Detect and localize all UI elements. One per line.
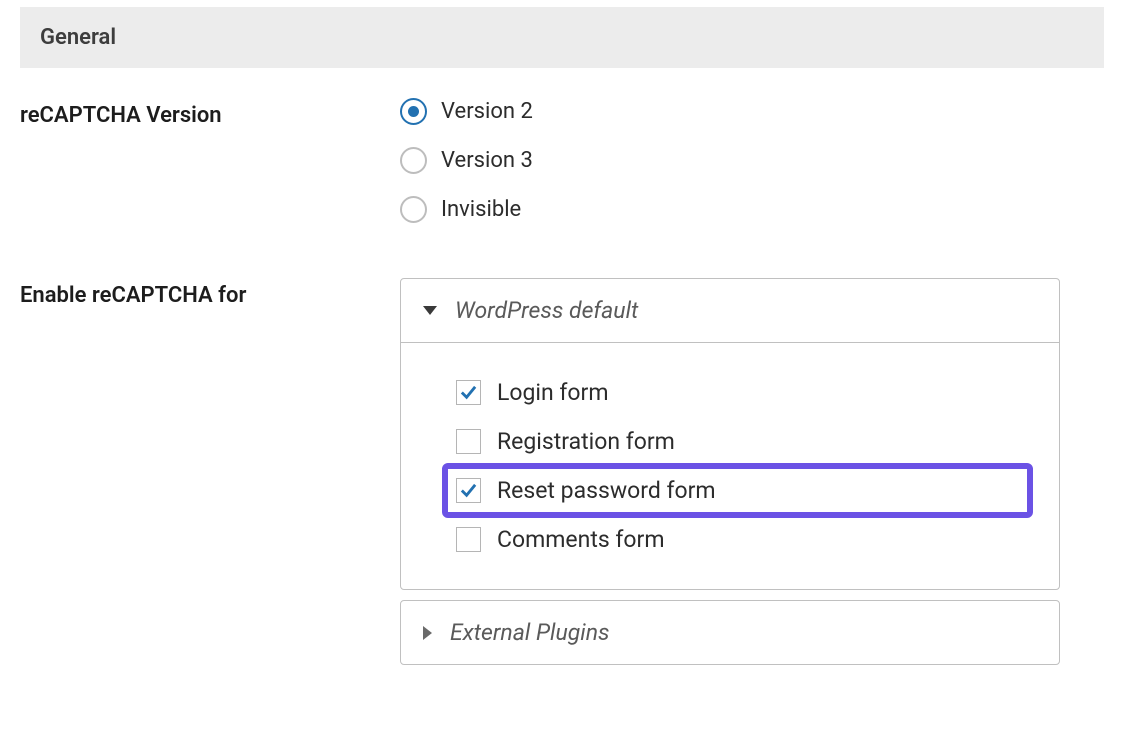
accordion-title: WordPress default: [455, 297, 638, 324]
radio-group-version: Version 2 Version 3 Invisible: [400, 98, 1104, 223]
radio-label: Invisible: [441, 197, 521, 222]
radio-icon: [400, 98, 427, 125]
accordion-header-wordpress-default[interactable]: WordPress default: [401, 279, 1059, 343]
checkbox-label: Comments form: [497, 526, 665, 553]
checkbox-label: Login form: [497, 379, 609, 406]
checkbox-icon: [456, 527, 481, 552]
accordion-header-external-plugins[interactable]: External Plugins: [401, 601, 1059, 664]
checkbox-label: Registration form: [497, 428, 675, 455]
radio-icon: [400, 196, 427, 223]
section-header: General: [20, 7, 1104, 68]
setting-label-version: reCAPTCHA Version: [20, 98, 400, 128]
radio-icon: [400, 147, 427, 174]
chevron-down-icon: [423, 306, 437, 315]
accordion-wordpress-default: WordPress default Login form Registratio…: [400, 278, 1060, 590]
chevron-right-icon: [423, 626, 432, 640]
radio-invisible[interactable]: Invisible: [400, 196, 1104, 223]
setting-control-enable-for: WordPress default Login form Registratio…: [400, 278, 1104, 675]
checkbox-icon: [456, 429, 481, 454]
checkbox-icon: [456, 380, 481, 405]
setting-row-enable-for: Enable reCAPTCHA for WordPress default L…: [20, 278, 1104, 675]
radio-label: Version 2: [441, 99, 533, 124]
radio-version-3[interactable]: Version 3: [400, 147, 1104, 174]
accordion-title: External Plugins: [450, 619, 610, 646]
checkbox-comments-form[interactable]: Comments form: [446, 515, 1029, 564]
checkbox-registration-form[interactable]: Registration form: [446, 417, 1029, 466]
accordion-content-wordpress-default: Login form Registration form Reset passw…: [401, 343, 1059, 589]
setting-row-version: reCAPTCHA Version Version 2 Version 3 In…: [20, 98, 1104, 223]
setting-label-enable-for: Enable reCAPTCHA for: [20, 278, 400, 308]
checkbox-reset-password-form[interactable]: Reset password form: [442, 463, 1033, 518]
checkbox-icon: [456, 478, 481, 503]
radio-version-2[interactable]: Version 2: [400, 98, 1104, 125]
checkbox-label: Reset password form: [497, 477, 716, 504]
accordion-external-plugins: External Plugins: [400, 600, 1060, 665]
section-title: General: [40, 25, 116, 50]
radio-label: Version 3: [441, 148, 533, 173]
settings-table: reCAPTCHA Version Version 2 Version 3 In…: [0, 68, 1124, 750]
setting-control-version: Version 2 Version 3 Invisible: [400, 98, 1104, 223]
checkbox-login-form[interactable]: Login form: [446, 368, 1029, 417]
